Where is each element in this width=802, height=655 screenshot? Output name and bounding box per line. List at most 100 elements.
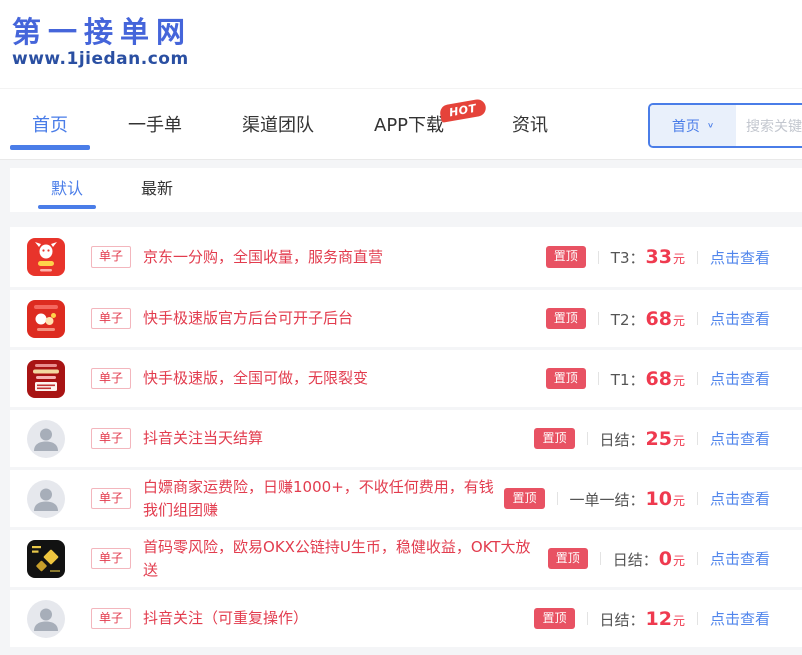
order-title[interactable]: 京东一分购，全国收量，服务商直营: [143, 246, 546, 269]
order-title[interactable]: 抖音关注当天结算: [143, 427, 534, 450]
divider: [557, 492, 558, 505]
divider: [697, 612, 698, 625]
chevron-down-icon: ∨: [707, 121, 714, 129]
price-label: T2：: [611, 309, 645, 330]
search-input[interactable]: [736, 105, 802, 146]
pinned-badge: 置顶: [534, 608, 574, 630]
avatar-placeholder-icon: [27, 600, 65, 638]
price-value: 0: [659, 548, 672, 570]
price-unit: 元: [673, 372, 685, 389]
view-link[interactable]: 点击查看: [710, 247, 770, 268]
view-link[interactable]: 点击查看: [710, 308, 770, 329]
list-item[interactable]: 单子 白嫖商家运费险，日赚1000+，不收任何费用，有钱我们组团赚 置顶 一单一…: [10, 467, 802, 527]
order-meta: 置顶 T2： 68 元 点击查看: [546, 308, 770, 330]
search-category-label: 首页: [672, 116, 700, 136]
price-label: 一单一结：: [570, 489, 645, 510]
order-type-tag: 单子: [91, 368, 131, 390]
logo-domain: www.1jiedan.com: [12, 49, 802, 69]
view-link[interactable]: 点击查看: [710, 368, 770, 389]
divider: [587, 432, 588, 445]
main-content: 默认 最新 单子 京东一分购，全国收量，服务商直营 置顶 T3： 33 元 点击…: [0, 168, 802, 647]
list-item[interactable]: 单子 快手极速版，全国可做，无限裂变 置顶 T1： 68 元 点击查看: [10, 347, 802, 407]
tab-latest[interactable]: 最新: [128, 175, 186, 212]
nav-item-channel-teams[interactable]: 渠道团队: [220, 89, 336, 159]
price: 一单一结： 10 元: [570, 488, 685, 510]
tab-default[interactable]: 默认: [38, 175, 96, 212]
hot-badge: HOT: [439, 98, 487, 123]
price-label: T3：: [611, 247, 645, 268]
divider: [587, 612, 588, 625]
sort-tabs: 默认 最新: [10, 168, 802, 212]
search-box: 首页 ∨: [648, 103, 802, 148]
price: T1： 68 元: [611, 368, 685, 390]
order-type-tag: 单子: [91, 308, 131, 330]
pinned-badge: 置顶: [534, 428, 574, 450]
price: T2： 68 元: [611, 308, 685, 330]
view-link[interactable]: 点击查看: [710, 548, 770, 569]
site-logo[interactable]: 第一接单网 www.1jiedan.com: [12, 16, 802, 69]
order-type-tag: 单子: [91, 548, 131, 570]
view-link[interactable]: 点击查看: [710, 608, 770, 629]
price: T3： 33 元: [611, 246, 685, 268]
order-type-tag: 单子: [91, 608, 131, 630]
price-label: 日结：: [600, 429, 645, 450]
avatar-placeholder-icon: [27, 420, 65, 458]
nav-items: 首页 一手单 渠道团队 APP下载 HOT 资讯: [0, 89, 570, 159]
price-unit: 元: [673, 612, 685, 629]
list-item[interactable]: 单子 抖音关注当天结算 置顶 日结： 25 元 点击查看: [10, 407, 802, 467]
order-title[interactable]: 快手极速版，全国可做，无限裂变: [143, 367, 546, 390]
list-item[interactable]: 单子 抖音关注（可重复操作） 置顶 日结： 12 元 点击查看: [10, 587, 802, 647]
list-item[interactable]: 单子 首码零风险，欧易OKX公链持U生币，稳健收益，OKT大放送 置顶 日结： …: [10, 527, 802, 587]
order-list: 单子 京东一分购，全国收量，服务商直营 置顶 T3： 33 元 点击查看 单子 …: [10, 227, 802, 647]
order-title[interactable]: 白嫖商家运费险，日赚1000+，不收任何费用，有钱我们组团赚: [143, 476, 504, 521]
logo-text: 第一接单网: [12, 16, 802, 49]
order-title[interactable]: 首码零风险，欧易OKX公链持U生币，稳健收益，OKT大放送: [143, 536, 548, 581]
divider: [697, 312, 698, 325]
price-unit: 元: [673, 432, 685, 449]
price-unit: 元: [673, 250, 685, 267]
order-type-tag: 单子: [91, 428, 131, 450]
price-value: 10: [646, 488, 672, 510]
nav-item-label: APP下载: [374, 111, 444, 137]
price-label: 日结：: [613, 549, 658, 570]
order-meta: 置顶 日结： 0 元 点击查看: [548, 548, 770, 570]
price: 日结： 0 元: [613, 548, 685, 570]
pinned-badge: 置顶: [546, 308, 586, 330]
nav-item-home[interactable]: 首页: [10, 89, 90, 159]
jd-app-icon: [27, 238, 65, 276]
kuaishou-poster-icon: [27, 360, 65, 398]
order-meta: 置顶 日结： 12 元 点击查看: [534, 608, 770, 630]
divider: [598, 372, 599, 385]
price-label: 日结：: [600, 609, 645, 630]
nav-item-news[interactable]: 资讯: [490, 89, 570, 159]
pinned-badge: 置顶: [548, 548, 588, 570]
price-unit: 元: [673, 552, 685, 569]
order-meta: 置顶 一单一结： 10 元 点击查看: [504, 488, 770, 510]
view-link[interactable]: 点击查看: [710, 488, 770, 509]
okx-app-icon: [27, 540, 65, 578]
pinned-badge: 置顶: [504, 488, 544, 510]
search-category-dropdown[interactable]: 首页 ∨: [650, 105, 736, 146]
divider: [697, 251, 698, 264]
order-type-tag: 单子: [91, 246, 131, 268]
order-meta: 置顶 日结： 25 元 点击查看: [534, 428, 770, 450]
order-title[interactable]: 抖音关注（可重复操作）: [143, 607, 534, 630]
main-nav: 首页 一手单 渠道团队 APP下载 HOT 资讯 首页 ∨: [0, 88, 802, 160]
page: { "brand": { "logo_text": "第一接单网", "doma…: [0, 0, 802, 655]
list-item[interactable]: 单子 京东一分购，全国收量，服务商直营 置顶 T3： 33 元 点击查看: [10, 227, 802, 287]
price-value: 33: [646, 246, 672, 268]
view-link[interactable]: 点击查看: [710, 428, 770, 449]
avatar-placeholder-icon: [27, 480, 65, 518]
nav-item-app-download[interactable]: APP下载 HOT: [352, 89, 474, 159]
nav-item-first-hand-orders[interactable]: 一手单: [106, 89, 204, 159]
price-value: 68: [646, 368, 672, 390]
divider: [598, 251, 599, 264]
list-item[interactable]: 单子 快手极速版官方后台可开子后台 置顶 T2： 68 元 点击查看: [10, 287, 802, 347]
price-unit: 元: [673, 492, 685, 509]
kuaishou-app-icon: [27, 300, 65, 338]
divider: [697, 432, 698, 445]
divider: [600, 552, 601, 565]
order-title[interactable]: 快手极速版官方后台可开子后台: [143, 307, 546, 330]
order-type-tag: 单子: [91, 488, 131, 510]
divider: [697, 552, 698, 565]
